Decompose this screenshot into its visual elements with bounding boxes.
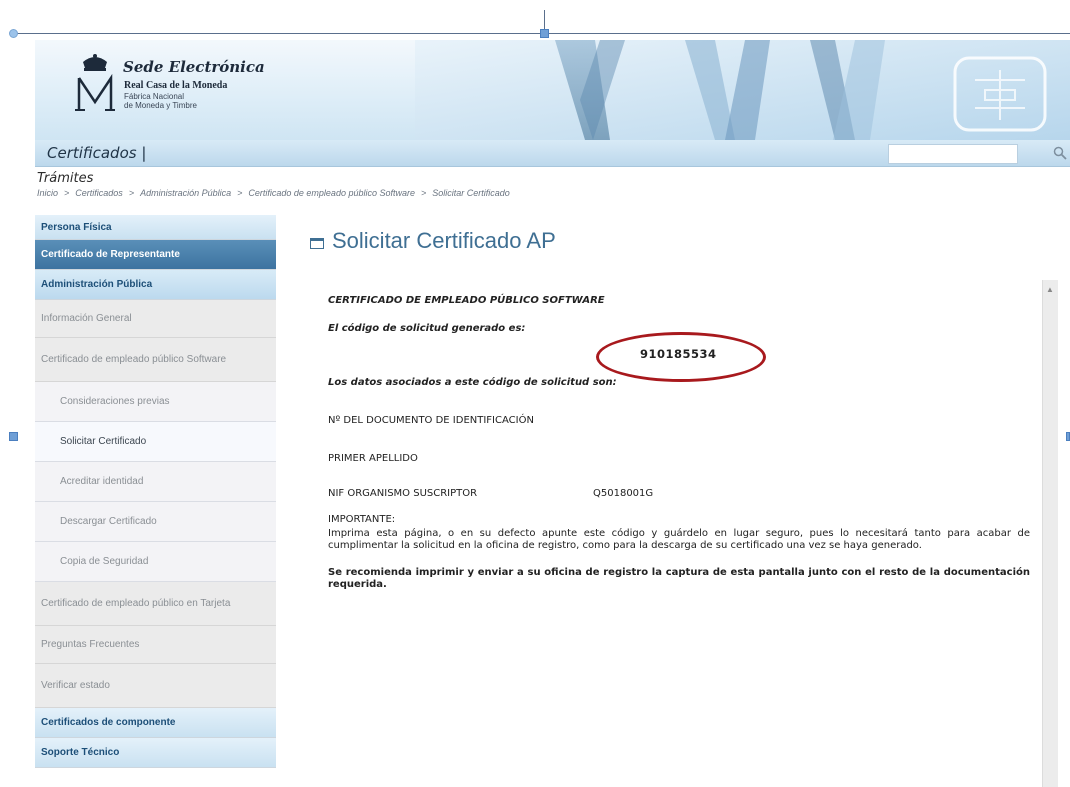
breadcrumb-separator: >	[128, 188, 135, 198]
breadcrumb: Inicio > Certificados > Administración Públi…	[37, 188, 510, 198]
important-text: Imprima esta página, o en su defecto apu…	[328, 528, 1030, 551]
sidebar-subitem-acreditar[interactable]: Acreditar identidad	[35, 462, 276, 502]
top-navbar: Certificados |	[35, 140, 1070, 167]
breadcrumb-item-administracion[interactable]: Administración Pública	[140, 188, 231, 198]
page-title: Solicitar Certificado AP	[310, 228, 556, 254]
sidebar-subitem-descargar[interactable]: Descargar Certificado	[35, 502, 276, 542]
sidebar-nav: Persona Física Certificado de Representa…	[35, 215, 276, 768]
nav-certificados[interactable]: Certificados |	[47, 144, 146, 162]
sidebar-item-persona-fisica[interactable]: Persona Física	[35, 215, 276, 240]
breadcrumb-item-inicio[interactable]: Inicio	[37, 188, 58, 198]
breadcrumb-separator: >	[64, 188, 70, 198]
selection-handle-top[interactable]	[540, 29, 549, 38]
recommendation-text: Se recomienda imprimir y enviar a su ofi…	[328, 567, 1030, 590]
sidebar-item-preguntas[interactable]: Preguntas Frecuentes	[35, 626, 276, 664]
page-title-text: Solicitar Certificado AP	[332, 228, 556, 253]
banner-graphic	[415, 40, 1070, 140]
sidebar-subitem-copia[interactable]: Copia de Seguridad	[35, 542, 276, 582]
request-code: 910185534	[640, 347, 717, 361]
scroll-up-icon[interactable]: ▲	[1046, 285, 1054, 294]
field-first-surname: PRIMER APELLIDO	[328, 453, 418, 464]
sidebar-item-empleado-software[interactable]: Certificado de empleado público Software	[35, 338, 276, 382]
associated-data-label: Los datos asociados a este código de sol…	[328, 377, 617, 388]
sidebar-item-representante[interactable]: Certificado de Representante	[35, 240, 276, 270]
important-label: IMPORTANTE:	[328, 514, 396, 525]
breadcrumb-separator: >	[237, 188, 243, 198]
breadcrumb-item-software[interactable]: Certificado de empleado público Software	[248, 188, 415, 198]
search-input[interactable]	[888, 144, 1018, 164]
field-nif-value: Q5018001G	[593, 488, 654, 499]
vertical-scrollbar[interactable]: ▲	[1042, 280, 1058, 787]
sidebar-item-administracion-publica[interactable]: Administración Pública	[35, 270, 276, 300]
selection-handle-left[interactable]	[9, 432, 18, 441]
sidebar-item-informacion-general[interactable]: Información General	[35, 300, 276, 338]
certificate-heading: CERTIFICADO DE EMPLEADO PÚBLICO SOFTWARE	[328, 295, 605, 306]
brand-title: Sede Electrónica	[123, 58, 265, 76]
sidebar-subitem-solicitar[interactable]: Solicitar Certificado	[35, 422, 276, 462]
sidebar-item-soporte[interactable]: Soporte Técnico	[35, 738, 276, 768]
field-document-id: Nº DEL DOCUMENTO DE IDENTIFICACIÓN	[328, 415, 534, 426]
sidebar-subitem-consideraciones[interactable]: Consideraciones previas	[35, 382, 276, 422]
code-label: El código de solicitud generado es:	[328, 323, 526, 334]
section-label: Trámites	[37, 171, 94, 186]
breadcrumb-separator: >	[421, 188, 427, 198]
brand-line-2: Fábrica Nacional	[124, 92, 185, 101]
breadcrumb-item-certificados[interactable]: Certificados	[75, 188, 123, 198]
header-banner: Sede Electrónica Real Casa de la Moneda …	[35, 40, 1070, 140]
selection-handle-right[interactable]	[1066, 432, 1070, 441]
breadcrumb-item-current: Solicitar Certificado	[432, 188, 510, 198]
sidebar-item-componente[interactable]: Certificados de componente	[35, 708, 276, 738]
brand-line-3: de Moneda y Timbre	[124, 101, 197, 110]
sidebar-item-empleado-tarjeta[interactable]: Certificado de empleado público en Tarje…	[35, 582, 276, 626]
fnmt-logo-icon	[75, 54, 115, 111]
selection-handle-circle[interactable]	[9, 29, 18, 38]
search-icon[interactable]	[1053, 146, 1067, 160]
brand-subtitle: Real Casa de la Moneda	[124, 80, 228, 91]
sidebar-item-verificar[interactable]: Verificar estado	[35, 664, 276, 708]
window-icon	[310, 238, 324, 249]
field-nif-label: NIF ORGANISMO SUSCRIPTOR	[328, 488, 478, 499]
